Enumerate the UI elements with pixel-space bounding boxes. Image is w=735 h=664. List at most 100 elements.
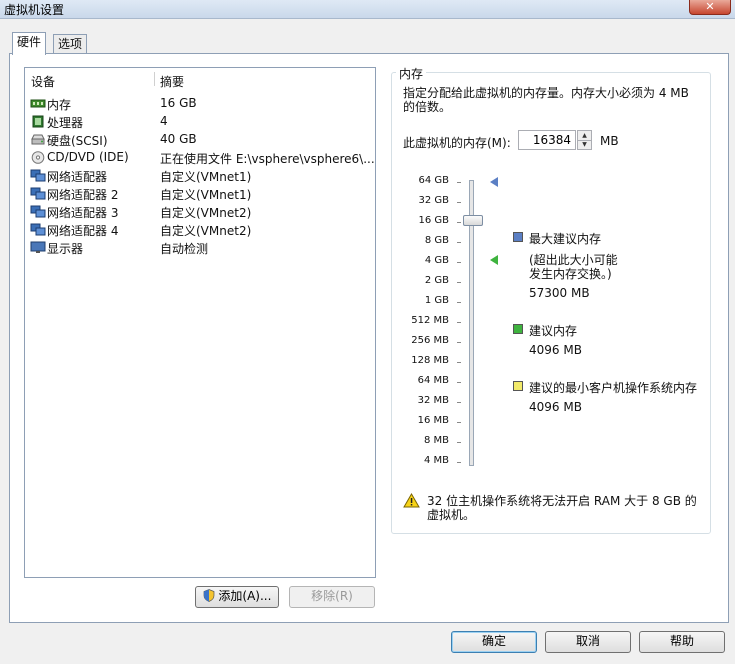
- tab-hardware-label: 硬件: [17, 35, 42, 49]
- device-name: CD/DVD (IDE): [47, 150, 129, 164]
- remove-button[interactable]: 移除(R): [289, 586, 375, 608]
- max-recommended-swatch-icon: [513, 232, 523, 242]
- device-summary: 正在使用文件 E:\vsphere\vsphere6\...: [160, 152, 375, 166]
- device-list[interactable]: 设备 摘要 内存 16 GB 处理器 4 硬盘(SCSI) 40 GB CD/D…: [24, 67, 376, 578]
- column-separator[interactable]: [154, 72, 155, 86]
- scale-label: 256 MB: [411, 335, 449, 346]
- device-row-processor[interactable]: 处理器 4: [25, 112, 375, 130]
- scale-label: 1 GB: [424, 295, 449, 306]
- device-name: 硬盘(SCSI): [47, 134, 108, 148]
- scale-tick: [457, 202, 461, 203]
- network-adapter-icon: [30, 205, 46, 218]
- cd-dvd-icon: [31, 151, 45, 164]
- scale-tick: [457, 442, 461, 443]
- memory-spinner[interactable]: ▲ ▼: [577, 130, 592, 150]
- scale-tick: [457, 322, 461, 323]
- vm-settings-window: 虚拟机设置 ✕ 硬件 选项 设备 摘要 内存 16 GB 处理器 4 硬盘(SC…: [0, 0, 735, 664]
- device-name: 网络适配器 2: [47, 188, 119, 202]
- recommended-swatch-icon: [513, 324, 523, 334]
- device-row-network-adapter-4[interactable]: 网络适配器 4 自定义(VMnet2): [25, 220, 375, 238]
- remove-button-label: 移除(R): [311, 589, 353, 603]
- device-summary: 自定义(VMnet2): [160, 206, 252, 220]
- ok-button-label: 确定: [481, 634, 506, 648]
- display-icon: [30, 241, 46, 253]
- spin-down-icon[interactable]: ▼: [578, 140, 591, 149]
- device-row-hard-disk[interactable]: 硬盘(SCSI) 40 GB: [25, 130, 375, 148]
- column-header-device[interactable]: 设备: [31, 73, 55, 90]
- network-adapter-icon: [30, 223, 46, 236]
- memory-field-label: 此虚拟机的内存(M):: [403, 136, 511, 150]
- scale-label: 32 MB: [417, 395, 449, 406]
- add-button-label: 添加(A)...: [218, 589, 272, 603]
- scale-tick: [457, 402, 461, 403]
- ok-button[interactable]: 确定: [451, 631, 537, 653]
- scale-tick: [457, 362, 461, 363]
- device-name: 内存: [47, 98, 72, 112]
- max-recommended-note-line2: 发生内存交换。): [529, 267, 612, 281]
- scale-label: 64 GB: [418, 175, 449, 186]
- close-button[interactable]: ✕: [689, 0, 731, 15]
- device-summary: 自动检测: [160, 242, 209, 256]
- title-bar[interactable]: 虚拟机设置 ✕: [0, 0, 735, 19]
- scale-label: 16 MB: [417, 415, 449, 426]
- device-row-network-adapter[interactable]: 网络适配器 自定义(VMnet1): [25, 166, 375, 184]
- device-name: 网络适配器: [47, 170, 108, 184]
- device-row-cd-dvd[interactable]: CD/DVD (IDE) 正在使用文件 E:\vsphere\vsphere6\…: [25, 148, 375, 166]
- minimum-recommended-swatch-icon: [513, 381, 523, 391]
- device-row-memory[interactable]: 内存 16 GB: [25, 94, 375, 112]
- scale-tick: [457, 262, 461, 263]
- device-row-network-adapter-2[interactable]: 网络适配器 2 自定义(VMnet1): [25, 184, 375, 202]
- device-list-header: 设备 摘要: [25, 68, 375, 90]
- scale-label: 16 GB: [418, 215, 449, 226]
- device-name: 网络适配器 4: [47, 224, 119, 238]
- device-summary: 4: [160, 114, 168, 128]
- max-recommended-marker-icon: [490, 177, 498, 187]
- memory-size-input[interactable]: [518, 130, 576, 150]
- device-name: 处理器: [47, 116, 84, 130]
- cancel-button[interactable]: 取消: [545, 631, 631, 653]
- device-summary: 自定义(VMnet1): [160, 188, 252, 202]
- scale-tick: [457, 462, 461, 463]
- device-summary: 16 GB: [160, 96, 197, 110]
- tab-hardware[interactable]: 硬件: [12, 32, 47, 55]
- device-row-display[interactable]: 显示器 自动检测: [25, 238, 375, 256]
- recommended-title: 建议内存: [529, 324, 578, 338]
- scale-label: 8 GB: [424, 235, 449, 246]
- memory-unit: MB: [600, 134, 619, 148]
- memory-icon: [30, 99, 46, 108]
- shield-icon: [203, 589, 214, 602]
- scale-tick: [457, 382, 461, 383]
- device-name: 显示器: [47, 242, 84, 256]
- scale-tick: [457, 242, 461, 243]
- device-name: 网络适配器 3: [47, 206, 119, 220]
- scale-label: 128 MB: [411, 355, 449, 366]
- memory-warning-text: 32 位主机操作系统将无法开启 RAM 大于 8 GB 的虚拟机。: [427, 494, 697, 522]
- window-title: 虚拟机设置: [4, 3, 65, 17]
- recommended-marker-icon: [490, 255, 498, 265]
- device-summary: 自定义(VMnet2): [160, 224, 252, 238]
- minimum-recommended-value: 4096 MB: [529, 400, 582, 414]
- memory-description: 指定分配给此虚拟机的内存量。内存大小必须为 4 MB 的倍数。: [403, 86, 689, 114]
- scale-tick: [457, 302, 461, 303]
- scale-label: 32 GB: [418, 195, 449, 206]
- help-button[interactable]: 帮助: [639, 631, 725, 653]
- scale-label: 2 GB: [424, 275, 449, 286]
- device-summary: 40 GB: [160, 132, 197, 146]
- tab-options[interactable]: 选项: [53, 34, 88, 54]
- network-adapter-icon: [30, 169, 46, 182]
- scale-label: 64 MB: [417, 375, 449, 386]
- add-button[interactable]: 添加(A)...: [195, 586, 279, 608]
- column-header-summary[interactable]: 摘要: [160, 73, 184, 90]
- scale-label: 8 MB: [423, 435, 449, 446]
- device-row-network-adapter-3[interactable]: 网络适配器 3 自定义(VMnet2): [25, 202, 375, 220]
- cancel-button-label: 取消: [575, 634, 600, 648]
- hard-disk-icon: [31, 134, 45, 145]
- scale-tick: [457, 222, 461, 223]
- network-adapter-icon: [30, 187, 46, 200]
- scale-label: 4 MB: [423, 455, 449, 466]
- scale-tick: [457, 342, 461, 343]
- tab-options-label: 选项: [58, 37, 83, 51]
- memory-slider-thumb[interactable]: [463, 215, 483, 226]
- close-icon: ✕: [705, 0, 715, 13]
- max-recommended-value: 57300 MB: [529, 286, 590, 300]
